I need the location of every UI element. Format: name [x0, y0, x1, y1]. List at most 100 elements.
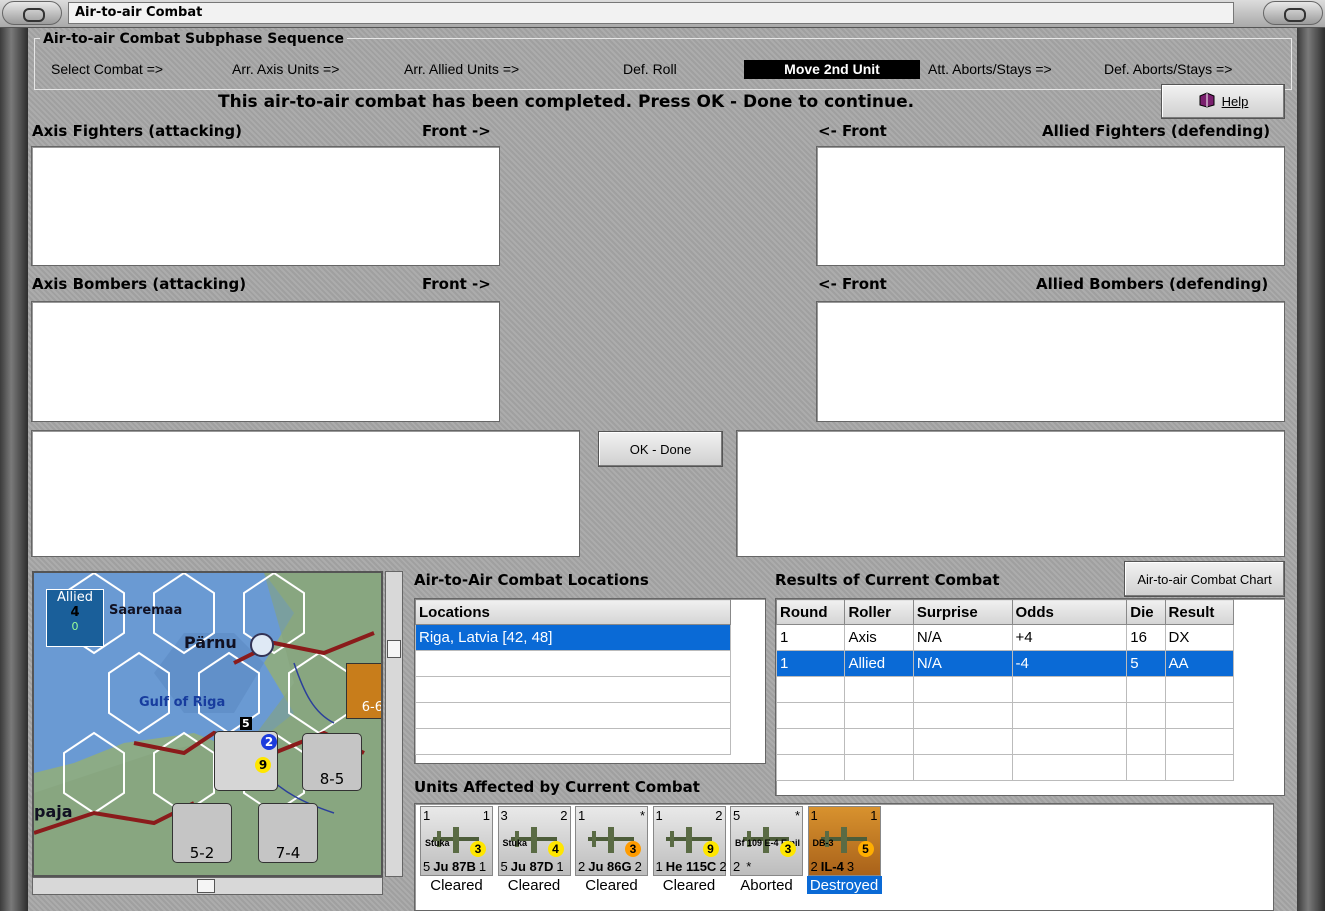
- location-row-empty: [415, 676, 731, 703]
- cell: Allied: [844, 650, 914, 677]
- unit-card[interactable]: 5 * Bf 109 E-4 Emil 3 2 * Aborted: [729, 806, 804, 898]
- allied-fighters-label: Allied Fighters (defending): [1042, 122, 1271, 140]
- unit-bottom-line: 2 IL-4 3: [811, 859, 855, 874]
- locations-title: Air-to-Air Combat Locations: [414, 571, 649, 589]
- unit-type-label: DB-3: [812, 838, 834, 848]
- col-surprise[interactable]: Surprise: [912, 599, 1013, 625]
- col-odds[interactable]: Odds: [1011, 599, 1128, 625]
- map-unit-counter[interactable]: 7-4: [258, 803, 318, 863]
- seq-step-att-aborts: Att. Aborts/Stays =>: [928, 61, 1052, 77]
- unit-bottom-line: 1 He 115C 2: [656, 859, 727, 874]
- unit-bottom-right: 2: [719, 859, 727, 874]
- col-result[interactable]: Result: [1164, 599, 1235, 625]
- unit-card[interactable]: 1 1 Stuka 3 5 Ju 87B 1 Cleared: [419, 806, 494, 898]
- unit-type-label: Stuka: [425, 838, 450, 848]
- mini-map[interactable]: Allied 4 0 Saaremaa Pärnu Gulf of Riga p…: [32, 571, 383, 877]
- frame-left: [0, 28, 28, 911]
- map-unit-counter[interactable]: 6-6: [346, 663, 381, 719]
- axis-bombers-box[interactable]: [31, 301, 500, 422]
- unit-bottom-right: *: [746, 859, 752, 874]
- map-vertical-scrollbar[interactable]: [385, 571, 403, 877]
- units-affected-title: Units Affected by Current Combat: [414, 778, 700, 796]
- allied-bombers-box[interactable]: [816, 301, 1285, 422]
- unit-corner-value: *: [794, 808, 800, 823]
- unit-corner-value: 1: [870, 808, 878, 823]
- unit-strength-badge: 3: [625, 841, 641, 857]
- cell: +4: [1011, 624, 1128, 651]
- axis-fighters-box[interactable]: [31, 146, 500, 266]
- map-unit-counter[interactable]: 8-5: [302, 733, 362, 791]
- unit-name: Ju 87D: [510, 859, 554, 874]
- unit-strength-badge: 4: [547, 841, 564, 857]
- result-row-empty: [775, 676, 1235, 703]
- unit-bottom-left: 2: [578, 859, 586, 874]
- result-row[interactable]: 1 Axis N/A +4 16 DX: [775, 624, 1235, 651]
- axis-bombers-label: Axis Bombers (attacking): [32, 275, 247, 293]
- unit-card[interactable]: 1 * 3 2 Ju 86G 2 Cleared: [574, 806, 649, 898]
- locations-header[interactable]: Locations: [415, 599, 731, 625]
- map-vscroll-thumb[interactable]: [387, 640, 401, 658]
- unit-status: Cleared: [662, 877, 716, 894]
- map-horizontal-scrollbar[interactable]: [32, 877, 383, 895]
- unit-bottom-right: 3: [846, 859, 855, 874]
- stack-badge: 9: [255, 757, 271, 773]
- location-row[interactable]: Riga, Latvia [42, 48]: [415, 624, 731, 651]
- help-button[interactable]: Help: [1161, 84, 1285, 119]
- city-marker-icon: [250, 633, 274, 657]
- place-label: Pärnu: [184, 633, 237, 652]
- place-label: Saaremaa: [109, 603, 183, 618]
- unit-bottom-line: 2 *: [733, 859, 751, 874]
- unit-counter-image: 3 2 Stuka 4 5 Ju 87D 1: [497, 806, 571, 876]
- axis-info-box: [31, 430, 580, 557]
- result-row[interactable]: 1 Allied N/A -4 5 AA: [775, 650, 1235, 677]
- unit-bottom-left: 5: [500, 859, 508, 874]
- allied-fighters-box[interactable]: [816, 146, 1285, 266]
- unit-counter-image: 1 * 3 2 Ju 86G 2: [575, 806, 648, 876]
- result-row-empty: [775, 702, 1235, 729]
- unit-strength-badge: 3: [470, 841, 486, 857]
- seq-step-arr-allied: Arr. Allied Units =>: [404, 61, 520, 77]
- locations-list[interactable]: Locations Riga, Latvia [42, 48]: [414, 598, 766, 764]
- unit-card[interactable]: 1 2 9 1 He 115C 2 Cleared: [652, 806, 727, 898]
- location-row-empty: [415, 728, 731, 755]
- location-row-empty: [415, 650, 731, 677]
- unit-card[interactable]: 1 1 DB-3 5 2 IL-4 3 Destroyed: [806, 806, 882, 898]
- location-row-empty: [415, 702, 731, 729]
- air-stack-counter[interactable]: 2 9: [214, 731, 278, 791]
- unit-corner-value: 5: [733, 808, 741, 823]
- unit-counter-image: 1 1 DB-3 5 2 IL-4 3: [807, 806, 881, 876]
- unit-corner-value: 1: [810, 808, 818, 823]
- close-icon[interactable]: [1263, 1, 1323, 25]
- map-hscroll-thumb[interactable]: [197, 879, 215, 893]
- unit-status: Cleared: [430, 877, 483, 894]
- seq-step-select-combat: Select Combat =>: [51, 61, 164, 77]
- unit-name: Ju 86G: [588, 859, 632, 874]
- unit-strength-badge: 3: [780, 841, 796, 857]
- unit-corner-value: *: [639, 808, 645, 823]
- cell: 1: [775, 624, 846, 651]
- axis-bombers-front: Front ->: [422, 275, 491, 293]
- unit-card[interactable]: 3 2 Stuka 4 5 Ju 87D 1 Cleared: [497, 806, 572, 898]
- col-round[interactable]: Round: [775, 599, 846, 625]
- unit-bottom-right: 1: [478, 859, 487, 874]
- combat-chart-button[interactable]: Air-to-air Combat Chart: [1124, 561, 1285, 597]
- unit-corner-value: 3: [500, 808, 508, 823]
- result-row-empty: [775, 728, 1235, 755]
- sequence-title: Air-to-air Combat Subphase Sequence: [40, 31, 348, 47]
- unit-corner-value: 1: [423, 808, 431, 823]
- unit-strength-badge: 5: [857, 841, 874, 857]
- unit-bottom-line: 5 Ju 87D 1: [501, 859, 564, 874]
- allied-strength-box: Allied 4 0: [46, 589, 104, 647]
- ok-done-button[interactable]: OK - Done: [598, 431, 723, 467]
- cell: N/A: [912, 624, 1013, 651]
- allied-box-value: 4: [70, 605, 80, 620]
- window-menu-icon[interactable]: [2, 1, 62, 25]
- unit-status: Cleared: [585, 877, 638, 894]
- unit-status: Aborted: [740, 877, 793, 894]
- col-die[interactable]: Die: [1126, 599, 1166, 625]
- col-roller[interactable]: Roller: [844, 599, 914, 625]
- allied-box-title: Allied: [57, 590, 93, 605]
- seq-step-arr-axis: Arr. Axis Units =>: [232, 61, 340, 77]
- unit-corner-value: 2: [715, 808, 723, 823]
- map-unit-counter[interactable]: 5-2: [172, 803, 232, 863]
